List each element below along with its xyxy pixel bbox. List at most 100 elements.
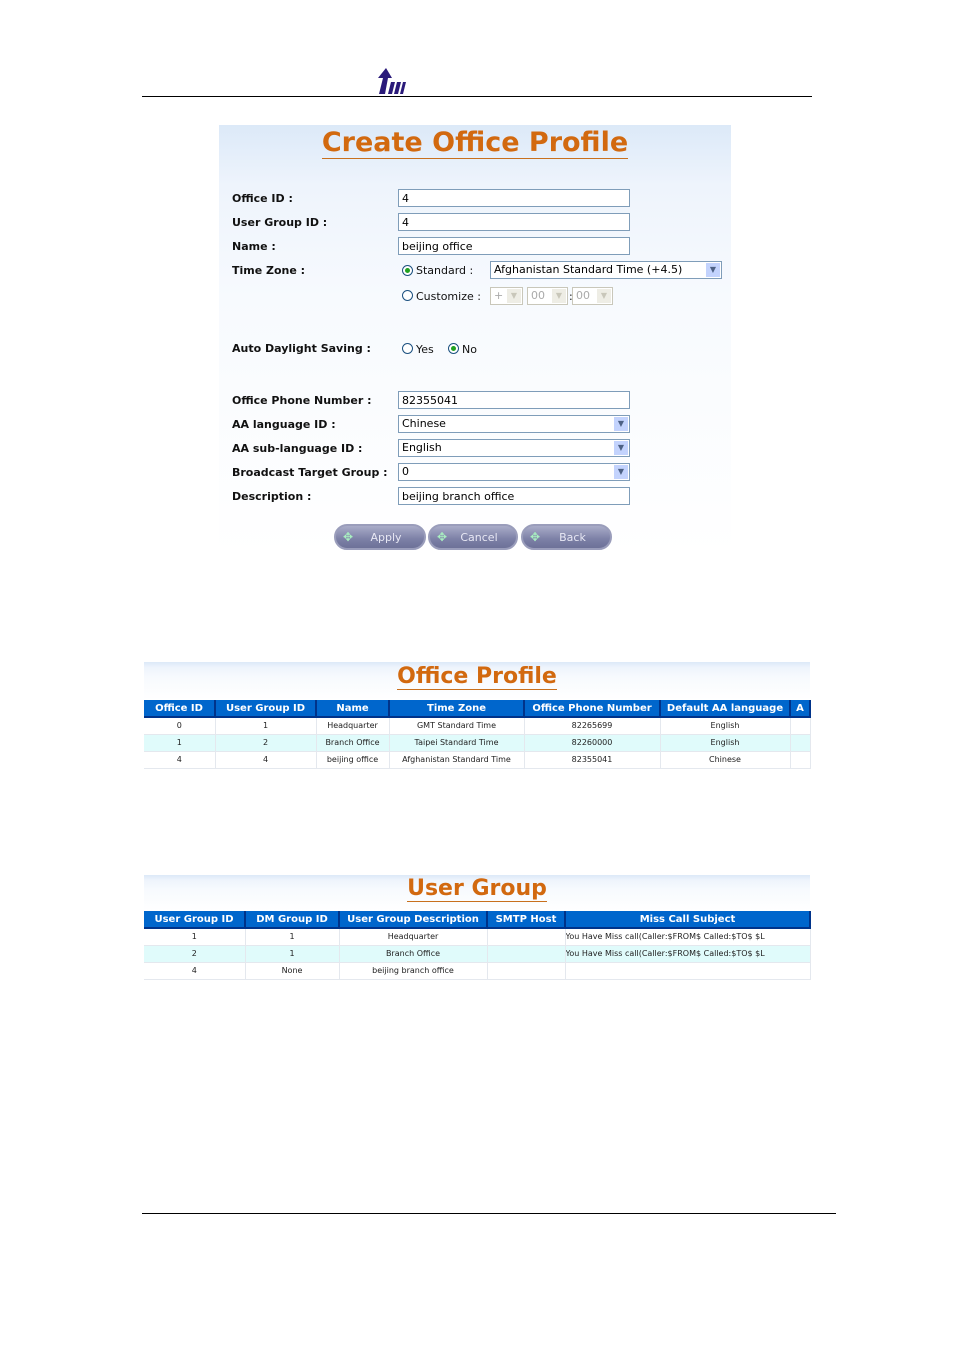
daylight-yes-label: Yes (416, 343, 434, 356)
user-group-table: User Group ID DM Group ID User Group Descr… (144, 911, 811, 980)
table-cell: Branch Office (339, 945, 488, 963)
customize-radio[interactable] (402, 290, 413, 301)
daylight-yes-radio[interactable] (402, 343, 413, 354)
table-cell: You Have Miss call(Caller:$FROM$ Called:… (565, 928, 811, 946)
table-cell: 4 (144, 751, 216, 769)
column-header: Office ID (144, 700, 216, 718)
table-cell: 1 (144, 734, 216, 752)
chevron-down-icon: ▼ (614, 417, 628, 431)
chevron-down-icon: ▼ (552, 289, 566, 303)
phone-input[interactable] (398, 391, 630, 409)
office-profile-banner: Office Profile (144, 662, 810, 700)
table-cell: None (245, 962, 340, 980)
user-group-id-input[interactable] (398, 213, 630, 231)
sign-select[interactable]: + ▼ (490, 287, 523, 305)
time-zone-label: Time Zone : (232, 264, 306, 277)
user-group-title: User Group (407, 876, 547, 902)
table-cell: beijing branch office (339, 962, 488, 980)
chevron-down-icon: ▼ (706, 263, 720, 277)
logo (377, 68, 407, 94)
table-cell (565, 962, 811, 980)
table-cell: 2 (215, 734, 317, 752)
table-row: 2 1 Branch Office You Have Miss call(Caller… (144, 945, 811, 963)
column-header: Office Phone Number (524, 700, 661, 718)
standard-radio[interactable] (402, 265, 413, 276)
standard-label: Standard : (416, 264, 474, 277)
table-cell: Afghanistan Standard Time (389, 751, 525, 769)
table-cell: English (660, 734, 791, 752)
broadcast-select[interactable]: 0 ▼ (398, 463, 630, 481)
minutes-value: 00 (576, 289, 590, 302)
aa-language-select[interactable]: Chinese ▼ (398, 415, 630, 433)
column-header: A (790, 700, 811, 718)
customize-label: Customize : (416, 290, 481, 303)
standard-timezone-select[interactable]: Afghanistan Standard Time (+4.5) ▼ (490, 261, 722, 279)
name-input[interactable] (398, 237, 630, 255)
table-cell: 82260000 (524, 734, 661, 752)
minutes-select[interactable]: 00 ▼ (572, 287, 613, 305)
table-cell: 82265699 (524, 717, 661, 735)
table-cell: 4 (144, 962, 246, 980)
create-office-profile-form: Create Office Profile Office ID : User G… (219, 125, 731, 555)
table-cell: You Have Miss call(Caller:$FROM$ Called:… (565, 945, 811, 963)
table-row: 4 4 beijing office Afghanistan Standard Tim… (144, 751, 811, 769)
apply-label: Apply (370, 531, 402, 544)
column-header: DM Group ID (245, 911, 340, 929)
table-cell: 0 (144, 717, 216, 735)
form-title: Create Office Profile (321, 127, 629, 159)
aa-sub-language-select[interactable]: English ▼ (398, 439, 630, 457)
table-cell (790, 751, 811, 769)
column-header: Time Zone (389, 700, 525, 718)
user-group-banner: User Group (144, 875, 810, 911)
table-cell: 1 (245, 945, 340, 963)
broadcast-value: 0 (402, 465, 409, 478)
standard-timezone-value: Afghanistan Standard Time (+4.5) (494, 263, 683, 276)
aa-sub-language-value: English (402, 441, 442, 454)
chevron-down-icon: ▼ (507, 289, 521, 303)
description-input[interactable] (398, 487, 630, 505)
chevron-down-icon: ▼ (614, 465, 628, 479)
daylight-no-label: No (462, 343, 477, 356)
column-header: User Group Description (339, 911, 488, 929)
table-cell: 1 (215, 717, 317, 735)
chevron-down-icon: ▼ (614, 441, 628, 455)
sign-value: + (494, 289, 504, 302)
column-header: Name (316, 700, 390, 718)
aa-language-value: Chinese (402, 417, 446, 430)
apply-button[interactable]: ✥ Apply (334, 524, 426, 550)
table-cell (487, 945, 566, 963)
chevron-down-icon: ▼ (597, 289, 611, 303)
office-profile-table: Office ID User Group ID Name Time Zone Offic… (144, 700, 811, 769)
table-cell: beijing office (316, 751, 390, 769)
cancel-button[interactable]: ✥ Cancel (428, 524, 518, 550)
table-cell (790, 734, 811, 752)
table-cell: Headquarter (339, 928, 488, 946)
office-profile-title: Office Profile (397, 664, 557, 690)
office-id-input[interactable] (398, 189, 630, 207)
table-cell (487, 928, 566, 946)
office-id-label: Office ID : (232, 192, 293, 205)
column-header: Miss Call Subject (565, 911, 811, 929)
name-label: Name : (232, 240, 276, 253)
back-label: Back (559, 531, 586, 544)
footer-rule (142, 1213, 836, 1214)
table-cell (487, 962, 566, 980)
auto-daylight-label: Auto Daylight Saving : (232, 342, 371, 355)
table-cell: 82355041 (524, 751, 661, 769)
aa-sub-language-label: AA sub-language ID : (232, 442, 363, 455)
hours-select[interactable]: 00 ▼ (527, 287, 568, 305)
user-group-id-label: User Group ID : (232, 216, 328, 229)
column-header: SMTP Host (487, 911, 566, 929)
table-cell: 1 (245, 928, 340, 946)
table-row: 0 1 Headquarter GMT Standard Time 82265699 En… (144, 717, 811, 735)
back-button[interactable]: ✥ Back (521, 524, 612, 550)
daylight-no-radio[interactable] (448, 343, 459, 354)
aa-language-label: AA language ID : (232, 418, 336, 431)
hours-value: 00 (531, 289, 545, 302)
header-rule (142, 96, 812, 97)
table-row: 4 None beijing branch office (144, 962, 811, 980)
table-cell: Headquarter (316, 717, 390, 735)
table-row: 1 1 Headquarter You Have Miss call(Caller:$… (144, 928, 811, 946)
column-header: User Group ID (144, 911, 246, 929)
table-cell: Chinese (660, 751, 791, 769)
